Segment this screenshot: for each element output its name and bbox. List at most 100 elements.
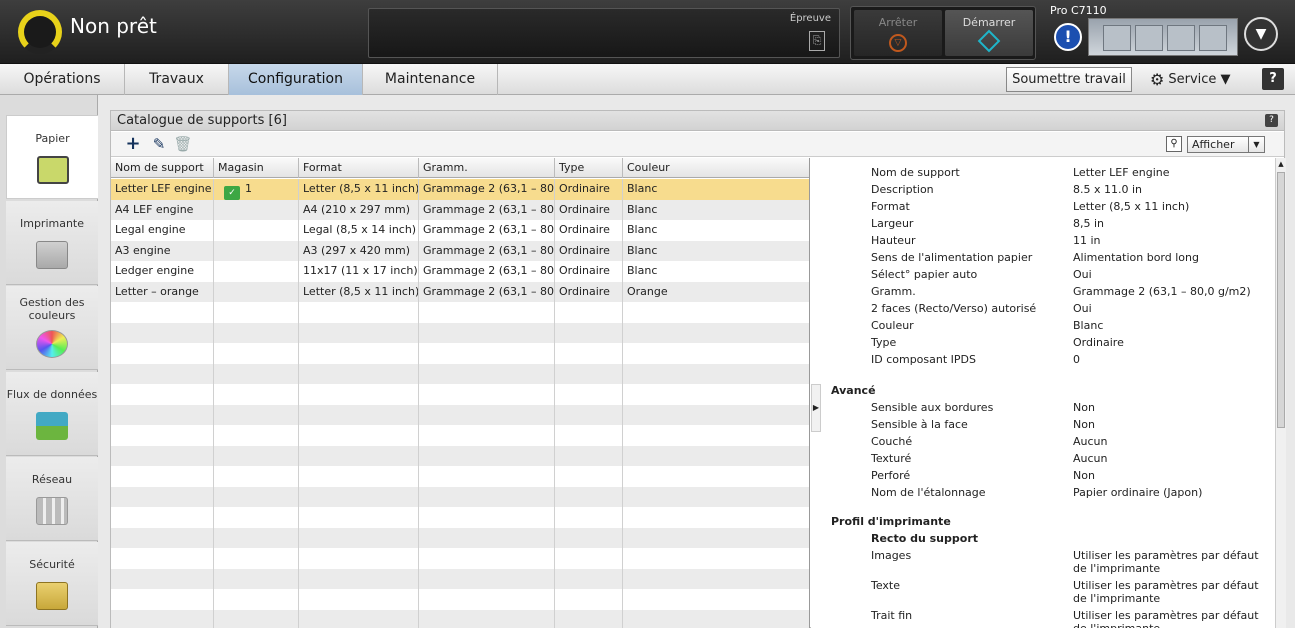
service-menu[interactable]: ⚙ Service ▼	[1150, 67, 1254, 92]
tab-maintenance[interactable]: Maintenance	[363, 64, 498, 95]
table-cell-weight: Grammage 2 (63,1 – 80,0 g/	[419, 199, 555, 220]
detail-value: Aucun	[1073, 435, 1108, 448]
column-header-color[interactable]: Couleur	[623, 158, 809, 178]
expand-icon[interactable]: ▼	[1244, 17, 1278, 51]
table-row[interactable]: Letter – orange Letter (8,5 x 11 inch) Gra…	[111, 281, 809, 302]
table-cell-weight	[419, 568, 555, 589]
table-cell-color	[623, 507, 809, 528]
table-row[interactable]: A4 LEF engine A4 (210 x 297 mm) Grammage 2…	[111, 199, 809, 220]
table-cell-format	[299, 404, 419, 425]
search-icon[interactable]: ⚲	[1166, 136, 1182, 152]
table-cell-name: Ledger engine	[111, 261, 214, 282]
detail-value: Letter LEF engine	[1073, 166, 1170, 179]
sidebar-item-network[interactable]: Réseau	[6, 457, 98, 541]
table-cell-type: Ordinaire	[555, 199, 623, 220]
column-header-weight[interactable]: Gramm.	[419, 158, 555, 178]
table-cell-name: Legal engine	[111, 220, 214, 241]
table-cell-name	[111, 568, 214, 589]
config-sidebar: Papier Imprimante Gestion des couleurs F…	[0, 95, 98, 628]
proof-label: Épreuve	[789, 13, 831, 24]
table-cell-weight: Grammage 2 (63,1 – 80,0 g/	[419, 281, 555, 302]
detail-value: Non	[1073, 469, 1095, 482]
table-row[interactable]: Ledger engine 11x17 (11 x 17 inch) Grammag…	[111, 261, 809, 282]
table-row	[111, 548, 809, 569]
table-cell-weight	[419, 343, 555, 364]
table-cell-name	[111, 548, 214, 569]
start-button[interactable]: Démarrer	[945, 10, 1033, 56]
stop-button[interactable]: Arrêter ▽	[854, 10, 942, 56]
edit-icon[interactable]: ✎	[149, 134, 169, 154]
detail-label: Couché	[871, 435, 913, 448]
printer-graphic	[1088, 18, 1238, 56]
stop-label: Arrêter	[878, 16, 918, 29]
details-scrollbar[interactable]: ▲	[1275, 158, 1286, 628]
table-cell-color: Blanc	[623, 220, 809, 241]
table-row	[111, 322, 809, 343]
section-title: Avancé	[831, 384, 876, 397]
message-area: Épreuve ⎘	[368, 8, 840, 58]
table-cell-tray	[214, 240, 299, 261]
table-cell-weight	[419, 384, 555, 405]
alert-icon[interactable]: !	[1054, 23, 1082, 51]
table-cell-weight	[419, 404, 555, 425]
proof-icon[interactable]: ⎘	[809, 31, 825, 51]
tab-configuration[interactable]: Configuration	[229, 64, 363, 95]
tab-operations[interactable]: Opérations	[0, 64, 125, 95]
start-label: Démarrer	[962, 16, 1016, 29]
table-cell-type	[555, 507, 623, 528]
table-row[interactable]: A3 engine A3 (297 x 420 mm) Grammage 2 (63…	[111, 240, 809, 261]
column-header-tray[interactable]: Magasin	[214, 158, 299, 178]
table-cell-type	[555, 445, 623, 466]
scroll-up-icon[interactable]: ▲	[1277, 159, 1285, 169]
table-cell-name	[111, 425, 214, 446]
table-cell-tray	[214, 199, 299, 220]
table-cell-color	[623, 343, 809, 364]
table-cell-tray	[214, 425, 299, 446]
printer-status-area[interactable]: Pro C7110 !	[1044, 4, 1240, 60]
help-icon[interactable]: ?	[1262, 68, 1284, 90]
table-cell-type	[555, 527, 623, 548]
table-cell-name: A4 LEF engine	[111, 199, 214, 220]
printer-icon	[36, 241, 68, 269]
table-row[interactable]: Letter LEF engine ✓ 1 Letter (8,5 x 11 inch…	[111, 179, 809, 200]
table-cell-name	[111, 507, 214, 528]
table-cell-type	[555, 322, 623, 343]
detail-label: Sens de l'alimentation papier	[871, 251, 1033, 264]
table-cell-color: Blanc	[623, 261, 809, 282]
table-cell-color	[623, 589, 809, 610]
detail-value: Alimentation bord long	[1073, 251, 1199, 264]
submit-job-button[interactable]: Soumettre travail	[1006, 67, 1132, 92]
table-row[interactable]: Legal engine Legal (8,5 x 14 inch) Grammag…	[111, 220, 809, 241]
detail-label: Perforé	[871, 469, 911, 482]
detail-label: Trait fin	[871, 609, 913, 622]
table-cell-weight	[419, 507, 555, 528]
table-cell-format	[299, 609, 419, 628]
column-header-type[interactable]: Type	[555, 158, 623, 178]
sidebar-item-security[interactable]: Sécurité	[6, 542, 98, 626]
table-cell-color	[623, 302, 809, 323]
help-icon[interactable]: ?	[1265, 114, 1278, 127]
tab-jobs[interactable]: Travaux	[125, 64, 229, 95]
table-cell-tray	[214, 343, 299, 364]
table-cell-type: Ordinaire	[555, 179, 623, 200]
table-cell-name	[111, 384, 214, 405]
job-control-panel: Arrêter ▽ Démarrer	[850, 6, 1036, 60]
sidebar-item-paper[interactable]: Papier	[6, 115, 98, 199]
table-cell-weight: Grammage 2 (63,1 – 80,0 g/	[419, 220, 555, 241]
column-header-format[interactable]: Format	[299, 158, 419, 178]
add-icon[interactable]: +	[123, 134, 143, 154]
paper-icon	[37, 156, 69, 184]
sidebar-item-color-management[interactable]: Gestion des couleurs	[6, 286, 98, 370]
collapse-arrow-icon[interactable]: ▶	[811, 384, 821, 432]
view-select[interactable]: Afficher ▼	[1187, 136, 1265, 153]
media-catalog-panel: Catalogue de supports [6] ? + ✎ 🗑 ⚲ Affi…	[110, 110, 1286, 628]
table-cell-color	[623, 446, 809, 467]
table-cell-tray	[214, 609, 299, 628]
table-cell-color	[623, 384, 809, 405]
sidebar-item-data-flow[interactable]: Flux de données	[6, 372, 98, 456]
sidebar-item-printer[interactable]: Imprimante	[6, 201, 98, 285]
table-cell-name: Letter – orange	[111, 281, 214, 302]
scroll-thumb[interactable]	[1277, 172, 1285, 428]
column-header-name[interactable]: Nom de support	[111, 158, 214, 178]
delete-icon[interactable]: 🗑	[173, 134, 193, 154]
